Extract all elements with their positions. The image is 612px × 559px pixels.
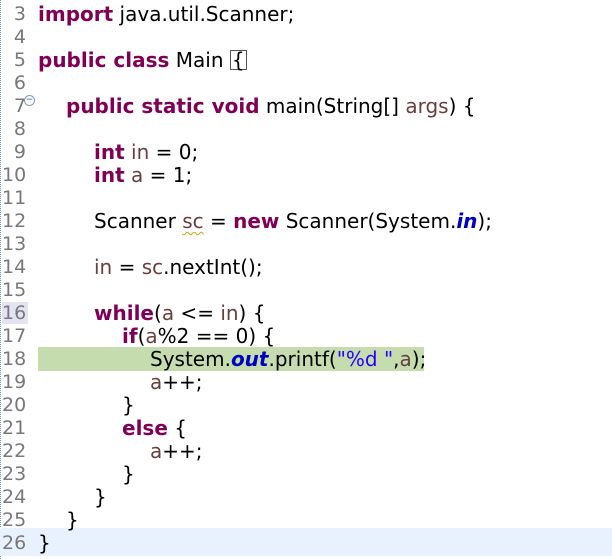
code-text: = (203, 209, 234, 233)
code-line: if(a%2 == 0) { (122, 325, 275, 348)
code-line: import java.util.Scanner; (38, 3, 294, 26)
code-line: } (66, 508, 79, 532)
variable: a (150, 439, 163, 463)
line-number: 11 (2, 187, 27, 209)
code-line: in = sc.nextInt(); (94, 256, 263, 279)
code-text: ++; (162, 370, 203, 394)
code-line: } (122, 393, 135, 417)
code-text: ); (477, 209, 492, 233)
code-line: } (38, 531, 51, 555)
code-line: public class Main { (38, 49, 247, 72)
variable: a (399, 347, 412, 371)
line-number: 12 (2, 210, 27, 232)
variable-warning: sc (182, 209, 204, 233)
line-number: 15 (2, 279, 27, 301)
code-line: } (94, 485, 107, 509)
line-number: 3 (13, 3, 26, 25)
line-number: 9 (13, 141, 26, 163)
keyword: int (94, 163, 125, 187)
keyword: int (94, 140, 125, 164)
code-text: = 0; (149, 140, 199, 164)
keyword: public class (38, 48, 170, 72)
code-line: System.out.printf("%d ",a); (150, 348, 426, 371)
line-number: 19 (2, 371, 27, 393)
matching-brace: { (229, 48, 247, 72)
line-number: 24 (2, 486, 27, 508)
code-text: %2 == 0) { (157, 324, 276, 348)
code-text: Scanner (94, 209, 183, 233)
variable: a (150, 370, 163, 394)
line-number: 6 (13, 72, 26, 94)
variable: a (161, 301, 175, 325)
variable: sc (141, 255, 164, 279)
code-text: main(String[] (259, 94, 406, 118)
keyword: public static void (66, 94, 260, 118)
variable: args (405, 94, 449, 118)
keyword: else (122, 416, 168, 440)
code-text: ); (411, 347, 427, 371)
code-line: int in = 0; (94, 141, 198, 164)
code-text: .nextInt(); (163, 255, 263, 279)
code-line: while(a <= in) { (94, 302, 265, 325)
line-number: 21 (2, 417, 27, 439)
keyword: import (38, 2, 114, 26)
code-text: ++; (162, 439, 203, 463)
string-literal: "%d " (336, 347, 394, 371)
line-number: 23 (2, 463, 27, 485)
code-line: a++; (150, 371, 203, 394)
code-text: Main (169, 48, 230, 72)
line-number: 4 (13, 26, 26, 48)
line-number: 13 (2, 233, 27, 255)
line-number: 26 (2, 532, 27, 554)
code-text: System. (150, 347, 231, 371)
line-number: 16 (2, 302, 27, 324)
code-line: int a = 1; (94, 164, 192, 187)
code-line: else { (122, 417, 187, 440)
line-number: 5 (13, 49, 26, 71)
line-number: 18 (2, 348, 27, 370)
code-line: public static void main(String[] args) { (66, 95, 475, 118)
code-text: ) { (238, 301, 266, 325)
line-number: 10 (2, 164, 27, 186)
keyword: new (233, 209, 280, 233)
keyword: if (122, 324, 138, 348)
code-text: Scanner(System. (279, 209, 457, 233)
code-text: { (167, 416, 187, 440)
line-number: 22 (2, 440, 27, 462)
line-number: 25 (2, 509, 27, 531)
keyword: while (94, 301, 154, 325)
variable: a (131, 163, 144, 187)
code-text: = 1; (143, 163, 193, 187)
variable: in (131, 140, 150, 164)
variable: a (145, 324, 158, 348)
static-field: out (230, 347, 269, 371)
code-line: } (122, 462, 135, 486)
variable: in (220, 301, 239, 325)
code-line: a++; (150, 440, 203, 463)
code-text: ( (154, 301, 162, 325)
line-number: 7 (13, 95, 26, 117)
static-field: in (456, 209, 478, 233)
code-text: .printf( (268, 347, 337, 371)
code-text: java.util.Scanner; (113, 2, 295, 26)
code-text: <= (174, 301, 221, 325)
collapse-icon[interactable]: − (24, 95, 35, 106)
line-number: 17 (2, 325, 27, 347)
variable: in (94, 255, 113, 279)
code-text: ) { (448, 94, 476, 118)
code-text: = (112, 255, 142, 279)
line-number: 20 (2, 394, 27, 416)
line-number: 14 (2, 256, 27, 278)
code-line: Scanner sc = new Scanner(System.in); (94, 210, 492, 233)
line-number: 8 (13, 118, 26, 140)
